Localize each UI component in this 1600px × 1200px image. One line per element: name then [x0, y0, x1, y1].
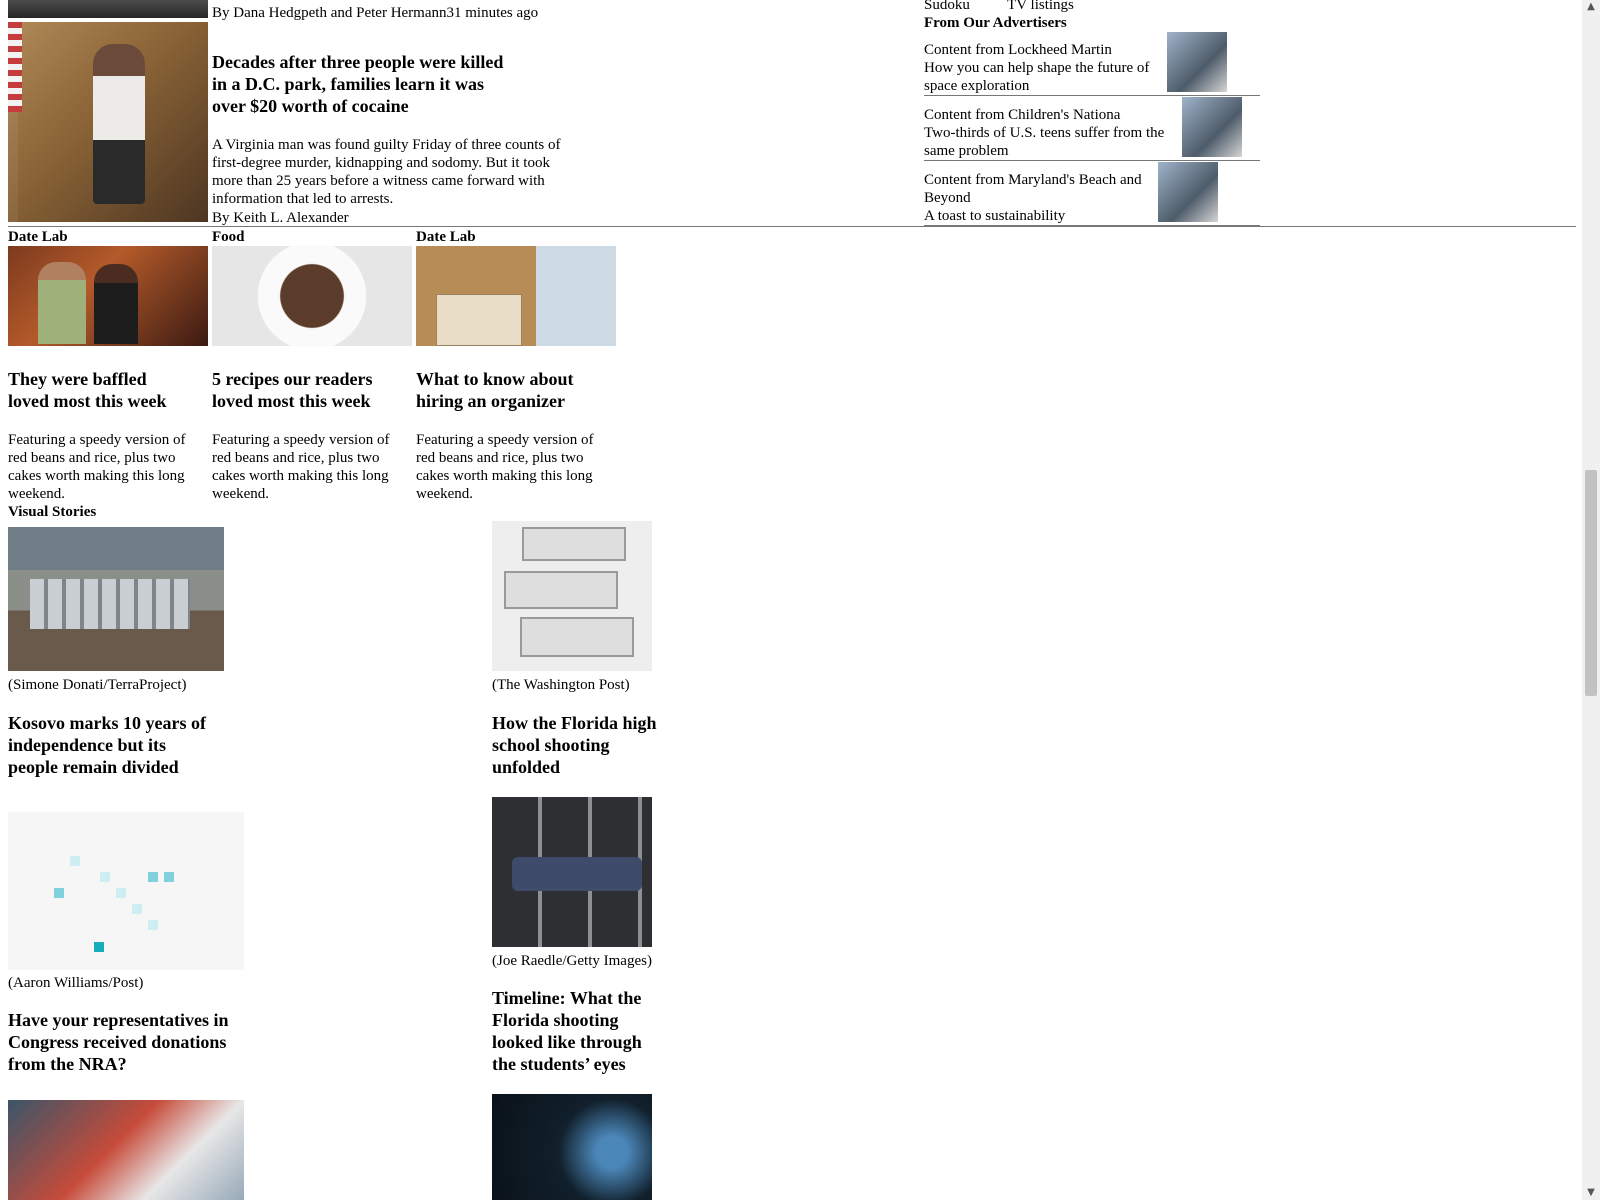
flag-shape: [8, 22, 22, 112]
map-cell: [100, 872, 110, 882]
feature-section-label[interactable]: Date Lab: [416, 228, 476, 246]
map-cell: [148, 872, 158, 882]
map-cell: [164, 872, 174, 882]
visual-story-headline[interactable]: Have your representatives in Congress re…: [8, 1009, 233, 1075]
ad-thumbnail[interactable]: [1158, 162, 1218, 222]
ad-item[interactable]: Content from Children's Nationa Two-thir…: [924, 97, 1260, 161]
visual-stories-heading: Visual Stories: [8, 504, 97, 520]
top-story-previous-image[interactable]: [8, 0, 208, 18]
map-cell: [54, 888, 64, 898]
map-cell: [94, 942, 104, 952]
ad-sponsor: Content from Lockheed Martin: [924, 42, 1112, 58]
section-divider: [8, 226, 1576, 227]
top-byline-row: By Dana Hedgpeth and Peter Hermann31 min…: [212, 4, 538, 22]
crowd-shape: [512, 857, 642, 891]
top-byline: By Dana Hedgpeth and Peter Hermann: [212, 5, 447, 21]
top-story-image[interactable]: [8, 22, 208, 222]
person-shape: [38, 262, 86, 344]
scroll-up-arrow-icon[interactable]: ▲: [1586, 2, 1596, 12]
feature-image[interactable]: [8, 246, 208, 346]
feature-section-label[interactable]: Date Lab: [8, 228, 68, 246]
ad-title: Two-thirds of U.S. teens suffer from the…: [924, 125, 1165, 159]
floor-plan-shape: [504, 571, 618, 609]
ad-thumbnail[interactable]: [1182, 97, 1242, 157]
top-story-byline: By Keith L. Alexander: [212, 210, 349, 226]
scroll-down-arrow-icon[interactable]: ▼: [1586, 1188, 1596, 1198]
feature-blurb: Featuring a speedy version of red beans …: [416, 432, 594, 502]
feature-blurb: Featuring a speedy version of red beans …: [8, 432, 186, 502]
photo-credit: (Aaron Williams/Post): [8, 975, 144, 991]
ad-sponsor: Content from Children's Nationa: [924, 107, 1121, 123]
ad-item[interactable]: Content from Lockheed Martin How you can…: [924, 32, 1260, 96]
visual-story-headline[interactable]: How the Florida high school shooting unf…: [492, 712, 677, 778]
feature-blurb: Featuring a speedy version of red beans …: [212, 432, 390, 502]
visual-story-headline[interactable]: Timeline: What the Florida shooting look…: [492, 987, 667, 1075]
visual-story-headline[interactable]: Kosovo marks 10 years of independence bu…: [8, 712, 208, 778]
ad-title: A toast to sustainability: [924, 208, 1066, 224]
photo-credit: (Joe Raedle/Getty Images): [492, 953, 652, 969]
feature-headline[interactable]: They were baffled loved most this week: [8, 368, 188, 412]
floor-plan-shape: [522, 527, 626, 561]
visual-story-image[interactable]: [492, 797, 652, 947]
visual-story-image[interactable]: [492, 1094, 652, 1200]
visual-story-image[interactable]: [8, 527, 224, 671]
visual-story-image[interactable]: [8, 812, 244, 970]
feature-image[interactable]: [212, 246, 412, 346]
ad-sponsor: Content from Maryland's Beach and Beyond: [924, 172, 1142, 206]
map-cell: [116, 888, 126, 898]
tv-listings-link[interactable]: TV listings: [1007, 0, 1074, 13]
box-shape: [436, 294, 522, 346]
ad-item[interactable]: Content from Maryland's Beach and Beyond…: [924, 162, 1260, 226]
map-cell: [148, 920, 158, 930]
visual-story-image[interactable]: [8, 1100, 244, 1200]
photo-credit: (Simone Donati/TerraProject): [8, 677, 187, 693]
ad-thumbnail[interactable]: [1167, 32, 1227, 92]
vertical-scrollbar[interactable]: ▲ ▼: [1582, 0, 1600, 1200]
feature-image[interactable]: [416, 246, 616, 346]
visual-story-image[interactable]: [492, 521, 652, 671]
top-story-headline[interactable]: Decades after three people were killed i…: [212, 51, 512, 117]
ad-title: How you can help shape the future of spa…: [924, 60, 1150, 94]
top-story-blurb: A Virginia man was found guilty Friday o…: [212, 137, 561, 207]
person-shape: [93, 44, 145, 204]
feature-headline[interactable]: 5 recipes our readers loved most this we…: [212, 368, 392, 412]
person-shape: [94, 264, 138, 344]
top-time-ago: 31 minutes ago: [446, 5, 539, 21]
sudoku-link[interactable]: Sudoku: [924, 0, 970, 13]
photo-credit: (The Washington Post): [492, 677, 630, 693]
advertisers-heading: From Our Advertisers: [924, 15, 1067, 31]
right-rail-links: Sudoku TV listings: [924, 0, 1074, 14]
feature-section-label[interactable]: Food: [212, 228, 245, 246]
map-cell: [132, 904, 142, 914]
map-cell: [70, 856, 80, 866]
scrollbar-thumb[interactable]: [1585, 470, 1597, 696]
feature-headline[interactable]: What to know about hiring an organizer: [416, 368, 596, 412]
riot-shields-shape: [30, 579, 190, 629]
floor-plan-shape: [520, 617, 634, 657]
